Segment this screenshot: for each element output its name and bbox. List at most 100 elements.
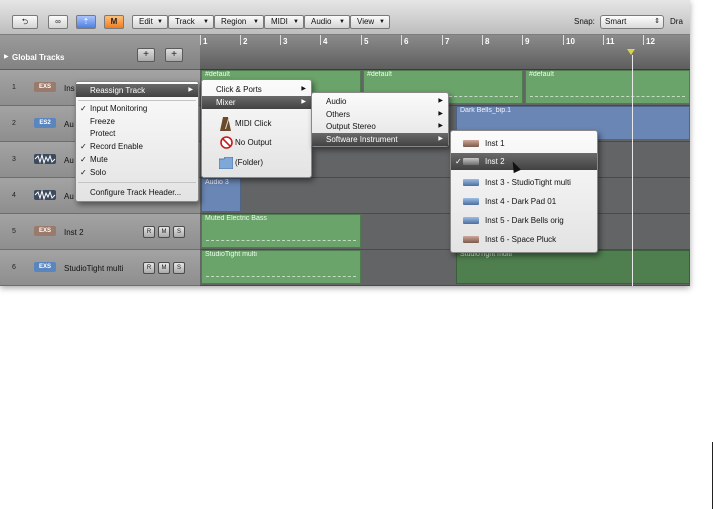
menu-item-no-output[interactable]: No Output: [202, 135, 311, 151]
checkmark-icon: ✓: [80, 168, 87, 177]
view-menu[interactable]: View ▼: [350, 15, 390, 29]
exs-instrument-icon: EXS: [34, 82, 56, 92]
track-lane: Audio 3: [200, 178, 690, 214]
snap-select[interactable]: Smart ⇕: [600, 15, 664, 29]
audio-menu-label: Audio: [311, 17, 332, 26]
bar-number: 9: [525, 37, 530, 46]
menu-item-inst-3[interactable]: Inst 3 - StudioTight multi: [451, 175, 597, 190]
menu-item-inst-6[interactable]: Inst 6 - Space Pluck: [451, 232, 597, 247]
menu-item-label: Inst 6 - Space Pluck: [485, 235, 557, 244]
track-menu-label: Track: [175, 17, 195, 26]
mute-button[interactable]: M: [158, 262, 170, 274]
menu-item-record-enable[interactable]: ✓ Record Enable: [76, 140, 198, 153]
track-context-menu: Reassign Track ▶ ✓ Input Monitoring Freeze…: [75, 81, 199, 202]
global-tracks-row[interactable]: ▶ Global Tracks + +: [0, 35, 200, 70]
folder-icon: [218, 156, 234, 175]
track-row-5[interactable]: 5 EXS Inst 2 RMS: [0, 214, 200, 250]
disclosure-triangle-icon[interactable]: ▶: [4, 53, 9, 60]
chevron-down-icon: ▼: [157, 19, 163, 25]
menu-item-inst-5[interactable]: Inst 5 - Dark Bells orig: [451, 213, 597, 228]
menu-item-label: Protect: [90, 129, 116, 138]
solo-button[interactable]: S: [173, 226, 185, 238]
inst-channel-icon: [463, 217, 479, 224]
menu-item-label: Configure Track Header...: [90, 188, 182, 197]
bar-ruler[interactable]: 1 2 3 4 5 6 7 8 9 10 11 12: [200, 35, 690, 70]
inst-channel-icon: [463, 179, 479, 186]
menu-item-protect[interactable]: Protect: [76, 127, 198, 140]
add-folder-button[interactable]: +: [165, 48, 183, 62]
link-back-icon[interactable]: ⮌: [12, 15, 38, 29]
menu-item-click-ports[interactable]: Click & Ports ▶: [202, 83, 311, 96]
menu-item-label: (Folder): [235, 158, 264, 167]
catch-icon[interactable]: ⇡: [76, 15, 96, 29]
region-name: #default: [529, 71, 554, 78]
bar-tick: [442, 35, 443, 45]
bar-number: 7: [445, 37, 450, 46]
track-name: Inst 2: [64, 228, 84, 237]
region-notes: [206, 275, 356, 277]
menu-item-inst-2[interactable]: ✓ Inst 2: [451, 153, 597, 170]
midi-out-button[interactable]: M: [104, 15, 124, 29]
bar-number: 2: [243, 37, 248, 46]
menu-item-inst-1[interactable]: Inst 1: [451, 136, 597, 151]
menu-item-reassign-track[interactable]: Reassign Track ▶: [76, 84, 198, 97]
menu-item-software-instrument[interactable]: Software Instrument ▶: [312, 133, 448, 146]
updown-icon: ⇕: [654, 18, 660, 25]
midi-region[interactable]: StudioTight multi: [201, 250, 361, 284]
bar-number: 8: [485, 37, 490, 46]
mute-button[interactable]: M: [158, 226, 170, 238]
menu-item-audio[interactable]: Audio ▶: [312, 95, 448, 108]
region-menu[interactable]: Region ▼: [214, 15, 264, 29]
menu-item-midi-click[interactable]: MIDI Click: [202, 116, 311, 132]
track-number: 5: [12, 228, 16, 235]
menu-item-mute[interactable]: ✓ Mute: [76, 153, 198, 166]
bar-number: 11: [606, 37, 615, 46]
track-row-6[interactable]: 6 EXS StudioTight multi RMS: [0, 250, 200, 286]
bar-tick: [563, 35, 564, 45]
link-icon[interactable]: ∞: [48, 15, 68, 29]
track-lane: Muted Electric Bass: [200, 214, 690, 250]
audio-region[interactable]: Audio 3: [201, 178, 241, 212]
bar-number: 1: [203, 37, 208, 46]
track-buttons: RMS: [143, 262, 188, 274]
audio-waveform-icon: [34, 153, 56, 165]
midi-menu[interactable]: MIDI ▼: [264, 15, 304, 29]
chevron-down-icon: ▼: [253, 19, 259, 25]
submenu-arrow-icon: ▶: [438, 136, 443, 142]
edit-menu[interactable]: Edit ▼: [132, 15, 168, 29]
snap-label: Snap:: [574, 17, 595, 26]
menu-item-configure-track-header[interactable]: Configure Track Header...: [76, 186, 198, 199]
chevron-down-icon: ▼: [203, 19, 209, 25]
audio-menu[interactable]: Audio ▼: [304, 15, 350, 29]
menu-item-label: Click & Ports: [216, 85, 262, 94]
track-buttons: RMS: [143, 226, 188, 238]
region-notes: [206, 239, 356, 241]
region-name: Muted Electric Bass: [205, 215, 267, 222]
solo-button[interactable]: S: [173, 262, 185, 274]
midi-region[interactable]: #default: [525, 70, 690, 104]
software-instrument-submenu: Inst 1 ✓ Inst 2 Inst 3 - StudioTight mult…: [450, 130, 598, 253]
menu-item-output-stereo[interactable]: Output Stereo ▶: [312, 120, 448, 133]
track-number: 2: [12, 120, 16, 127]
record-enable-button[interactable]: R: [143, 262, 155, 274]
menu-item-solo[interactable]: ✓ Solo: [76, 166, 198, 179]
track-name: Au: [64, 120, 74, 129]
midi-region[interactable]: StudioTight multi: [456, 250, 690, 284]
menu-item-input-monitoring[interactable]: ✓ Input Monitoring: [76, 102, 198, 115]
menu-item-mixer[interactable]: Mixer ▶: [202, 96, 311, 109]
menu-item-folder[interactable]: (Folder): [202, 155, 311, 171]
exs-instrument-icon: EXS: [34, 262, 56, 272]
menu-item-label: Inst 5 - Dark Bells orig: [485, 216, 564, 225]
bar-tick: [200, 35, 201, 45]
record-enable-button[interactable]: R: [143, 226, 155, 238]
region-notes: [530, 95, 685, 97]
bar-tick: [361, 35, 362, 45]
bar-tick: [320, 35, 321, 45]
menu-item-inst-4[interactable]: Inst 4 - Dark Pad 01: [451, 194, 597, 209]
track-menu[interactable]: Track ▼: [168, 15, 214, 29]
bar-tick: [280, 35, 281, 45]
track-lane: StudioTight multi StudioTight multi: [200, 250, 690, 286]
midi-region[interactable]: Muted Electric Bass: [201, 214, 361, 248]
add-track-button[interactable]: +: [137, 48, 155, 62]
playhead-marker-icon[interactable]: [627, 49, 635, 55]
